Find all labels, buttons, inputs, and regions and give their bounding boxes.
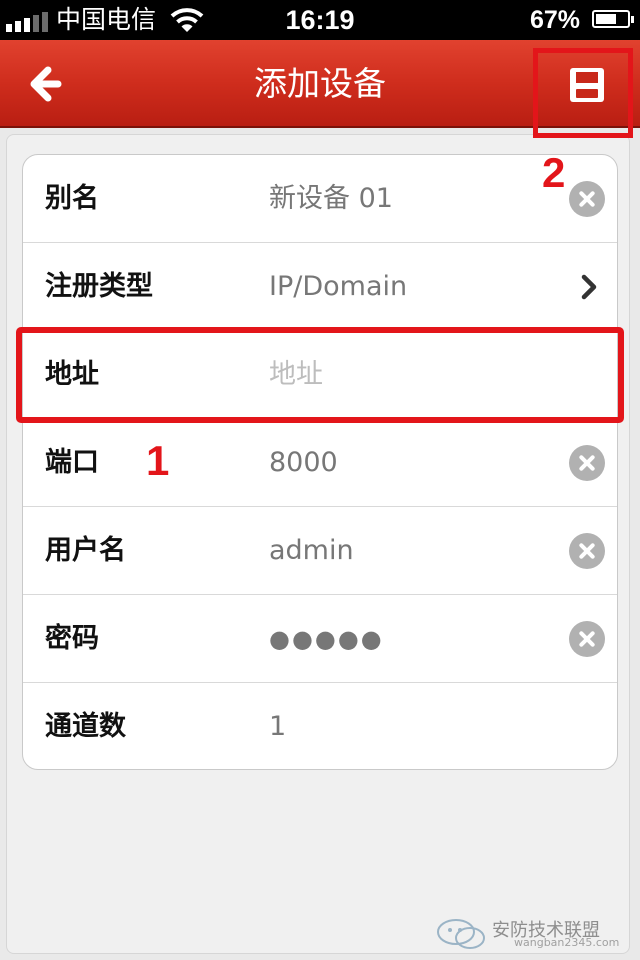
channel-count-label: 通道数 [45, 711, 126, 742]
watermark-subtext: wangban2345.com [514, 936, 620, 949]
port-clear-icon[interactable] [569, 445, 605, 481]
port-label: 端口 [45, 447, 99, 478]
chevron-right-icon [581, 274, 597, 300]
password-label: 密码 [45, 623, 99, 654]
battery-icon [592, 10, 634, 28]
register-type-row[interactable]: 注册类型 IP/Domain [23, 243, 617, 331]
username-label: 用户名 [45, 535, 126, 566]
username-clear-icon[interactable] [569, 533, 605, 569]
username-input[interactable]: admin [269, 507, 354, 595]
password-input[interactable]: ●●●●● [269, 595, 384, 683]
step-marker-1: 1 [146, 437, 170, 484]
alias-clear-icon[interactable] [569, 181, 605, 217]
alias-input[interactable]: 新设备 01 [269, 155, 393, 243]
step-marker-2: 2 [542, 149, 566, 196]
register-type-label: 注册类型 [45, 271, 153, 302]
alias-label: 别名 [45, 183, 99, 214]
save-button-highlight [533, 48, 633, 138]
chat-bubble-icon [437, 919, 485, 949]
register-type-value: IP/Domain [269, 271, 408, 302]
channel-count-input[interactable]: 1 [269, 683, 286, 769]
channel-count-row[interactable]: 通道数 1 [23, 683, 617, 769]
password-clear-icon[interactable] [569, 621, 605, 657]
status-bar: 中国电信 16:19 67% [0, 0, 640, 40]
username-row[interactable]: 用户名 admin [23, 507, 617, 595]
port-input[interactable]: 8000 [269, 419, 338, 507]
address-row-highlight [16, 327, 624, 423]
port-row[interactable]: 端口 8000 [23, 419, 617, 507]
watermark: 安防技术联盟 wangban2345.com [434, 910, 634, 954]
password-row[interactable]: 密码 ●●●●● [23, 595, 617, 683]
alias-row[interactable]: 别名 新设备 01 [23, 155, 617, 243]
battery-percentage: 67% [530, 6, 581, 34]
device-form: 别名 新设备 01 注册类型 IP/Domain 地址 地址 端口 8000 用… [22, 154, 618, 770]
